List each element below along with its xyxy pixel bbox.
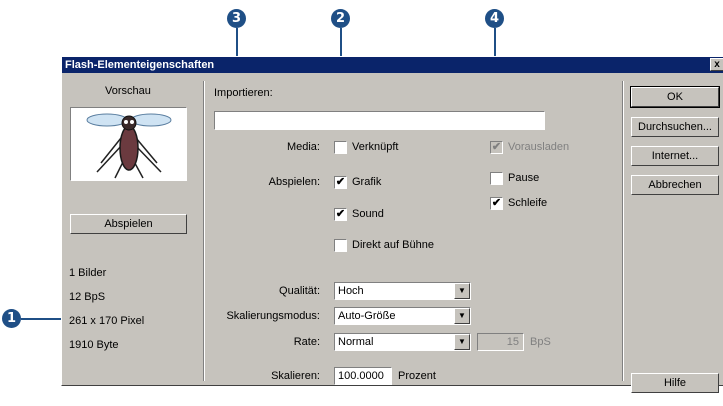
sound-label: Sound [352, 208, 384, 220]
chevron-down-icon[interactable]: ▼ [454, 283, 470, 299]
play-preview-button-label: Abspielen [104, 218, 153, 230]
quality-label: Qualität: [279, 285, 320, 297]
preview-label: Vorschau [105, 85, 151, 97]
flash-properties-dialog: Flash-Elementeigenschaften x Vorschau Ab… [61, 56, 723, 393]
chevron-down-icon[interactable]: ▼ [454, 334, 470, 350]
browse-button-label: Durchsuchen... [638, 121, 712, 133]
title-bar: Flash-Elementeigenschaften x [62, 57, 723, 73]
chevron-down-icon[interactable]: ▼ [454, 308, 470, 324]
scaling-mode-label: Skalierungsmodus: [226, 310, 320, 322]
info-fps: 12 BpS [69, 291, 106, 303]
ok-button-label: OK [667, 91, 683, 103]
ok-button[interactable]: OK [630, 86, 720, 108]
window-title: Flash-Elementeigenschaften [65, 59, 215, 71]
scale-input[interactable]: 100.0000 [334, 367, 392, 385]
fps-unit-label: BpS [530, 336, 551, 348]
preload-label: Vorausladen [508, 141, 570, 153]
callout-badge-1: 1 [2, 309, 21, 328]
quality-select[interactable]: Hoch ▼ [334, 282, 471, 300]
rate-label: Rate: [293, 336, 320, 348]
direct-to-stage-checkbox[interactable] [334, 239, 347, 252]
rate-select-value: Normal [338, 336, 374, 348]
info-dimensions: 261 x 170 Pixel [69, 315, 145, 327]
left-separator [203, 81, 205, 381]
info-size: 1910 Byte [69, 339, 119, 351]
scale-unit-label: Prozent [398, 370, 436, 382]
quality-select-value: Hoch [338, 285, 364, 297]
import-label: Importieren: [214, 87, 273, 99]
graphic-checkbox[interactable]: ✔ [334, 176, 347, 189]
mosquito-preview-image [86, 113, 172, 179]
close-button[interactable]: x [710, 58, 723, 71]
linked-label: Verknüpft [352, 141, 399, 153]
callout-badge-3: 3 [227, 9, 246, 28]
playback-label: Abspielen: [268, 176, 320, 188]
preview-pane [70, 107, 187, 181]
pause-checkbox[interactable] [490, 172, 503, 185]
loop-checkbox[interactable]: ✔ [490, 197, 503, 210]
sound-checkbox[interactable]: ✔ [334, 208, 347, 221]
loop-label: Schleife [508, 197, 548, 209]
direct-to-stage-label: Direkt auf Bühne [352, 239, 434, 251]
play-preview-button[interactable]: Abspielen [70, 214, 187, 234]
info-frames: 1 Bilder [69, 267, 107, 279]
preload-checkbox[interactable]: ✔ [490, 141, 503, 154]
fps-input-value: 15 [506, 336, 519, 348]
internet-button-label: Internet... [651, 150, 699, 162]
import-input[interactable] [214, 111, 545, 130]
cancel-button-label: Abbrechen [648, 179, 702, 191]
linked-checkbox[interactable] [334, 141, 347, 154]
media-label: Media: [286, 141, 320, 153]
help-button-label: Hilfe [663, 377, 686, 389]
callout-badge-4: 4 [485, 9, 504, 28]
scaling-mode-select-value: Auto-Größe [338, 310, 396, 322]
pause-label: Pause [508, 172, 540, 184]
scale-input-value: 100.0000 [338, 370, 384, 382]
callout-badge-2: 2 [331, 9, 350, 28]
scaling-mode-select[interactable]: Auto-Größe ▼ [334, 307, 471, 325]
cancel-button[interactable]: Abbrechen [631, 175, 719, 195]
browse-button[interactable]: Durchsuchen... [631, 117, 719, 137]
right-separator [622, 81, 624, 381]
rate-select[interactable]: Normal ▼ [334, 333, 471, 351]
close-icon: x [714, 59, 720, 70]
scale-label: Skalieren: [271, 370, 320, 382]
fps-input[interactable]: 15 [477, 333, 524, 351]
help-button[interactable]: Hilfe [631, 373, 719, 393]
internet-button[interactable]: Internet... [631, 146, 719, 166]
graphic-label: Grafik [352, 176, 382, 188]
